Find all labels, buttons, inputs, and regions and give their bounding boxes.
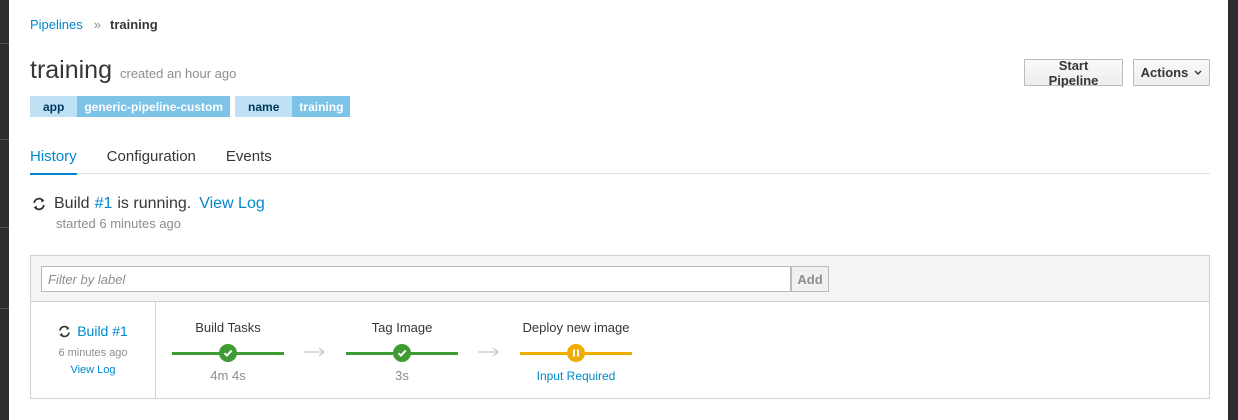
page-title: training xyxy=(30,56,112,84)
stage-name: Build Tasks xyxy=(195,320,261,335)
actions-dropdown-button[interactable]: Actions xyxy=(1133,59,1210,86)
add-filter-button[interactable]: Add xyxy=(791,266,829,292)
stage-build-tasks[interactable]: Build Tasks 4m 4s xyxy=(172,302,284,398)
build-state: is running. xyxy=(117,195,192,212)
start-pipeline-button[interactable]: Start Pipeline xyxy=(1024,58,1123,88)
tab-configuration[interactable]: Configuration xyxy=(107,142,196,174)
build-started-time: started 6 minutes ago xyxy=(56,216,182,231)
tab-events[interactable]: Events xyxy=(226,142,272,174)
pipeline-run-row: Build #1 6 minutes ago View Log Build Ta… xyxy=(31,302,1209,398)
label-name[interactable]: name training xyxy=(235,96,351,117)
pause-circle-icon xyxy=(567,344,585,362)
stage-name: Tag Image xyxy=(371,320,433,335)
refresh-icon xyxy=(32,197,46,211)
stage-duration: 4m 4s xyxy=(210,368,246,383)
breadcrumb-separator: » xyxy=(93,17,101,32)
label-list: app generic-pipeline-custom name trainin… xyxy=(30,96,355,117)
build-prefix: Build xyxy=(54,195,90,212)
arrow-right-icon xyxy=(477,344,501,360)
breadcrumb-current: training xyxy=(110,17,158,32)
build-number-link[interactable]: #1 xyxy=(95,195,113,213)
run-title: Build #1 xyxy=(31,323,155,339)
stage-tag-image[interactable]: Tag Image 3s xyxy=(346,302,458,398)
build-status: Build #1 is running. View Log xyxy=(32,195,265,213)
arrow-right-icon xyxy=(303,344,327,360)
label-value: training xyxy=(292,96,351,117)
chevron-down-icon xyxy=(1194,68,1202,78)
filter-bar: Add xyxy=(31,256,1209,302)
tab-history[interactable]: History xyxy=(30,142,77,175)
run-build-link[interactable]: Build #1 xyxy=(77,323,128,339)
right-window-edge xyxy=(1228,0,1238,420)
pipeline-page: Pipelines » training training created an… xyxy=(9,0,1228,420)
breadcrumb: Pipelines » training xyxy=(30,17,158,32)
left-window-edge xyxy=(0,0,9,420)
page-subtitle: created an hour ago xyxy=(120,66,237,81)
check-circle-icon xyxy=(219,344,237,362)
stage-deploy-new-image[interactable]: Deploy new image Input Required xyxy=(520,302,632,398)
run-summary: Build #1 6 minutes ago View Log xyxy=(31,302,156,398)
label-key: app xyxy=(30,96,78,117)
label-value: generic-pipeline-custom xyxy=(77,96,231,117)
stage-name: Deploy new image xyxy=(522,320,630,335)
breadcrumb-pipelines-link[interactable]: Pipelines xyxy=(30,17,83,32)
tab-bar: History Configuration Events xyxy=(30,142,1210,175)
filter-by-label-input[interactable] xyxy=(41,266,791,292)
label-key: name xyxy=(235,96,293,117)
view-log-link[interactable]: View Log xyxy=(199,195,265,213)
actions-label: Actions xyxy=(1140,65,1189,80)
check-circle-icon xyxy=(393,344,411,362)
label-app[interactable]: app generic-pipeline-custom xyxy=(30,96,231,117)
refresh-icon xyxy=(58,325,71,338)
stage-duration: 3s xyxy=(395,368,409,383)
pipeline-runs-panel: Add Build #1 6 minutes ago Vie xyxy=(30,255,1210,399)
run-view-log-link[interactable]: View Log xyxy=(31,364,155,376)
input-required-link[interactable]: Input Required xyxy=(500,369,652,383)
run-time: 6 minutes ago xyxy=(58,347,128,359)
page-header: training created an hour ago xyxy=(30,56,236,85)
